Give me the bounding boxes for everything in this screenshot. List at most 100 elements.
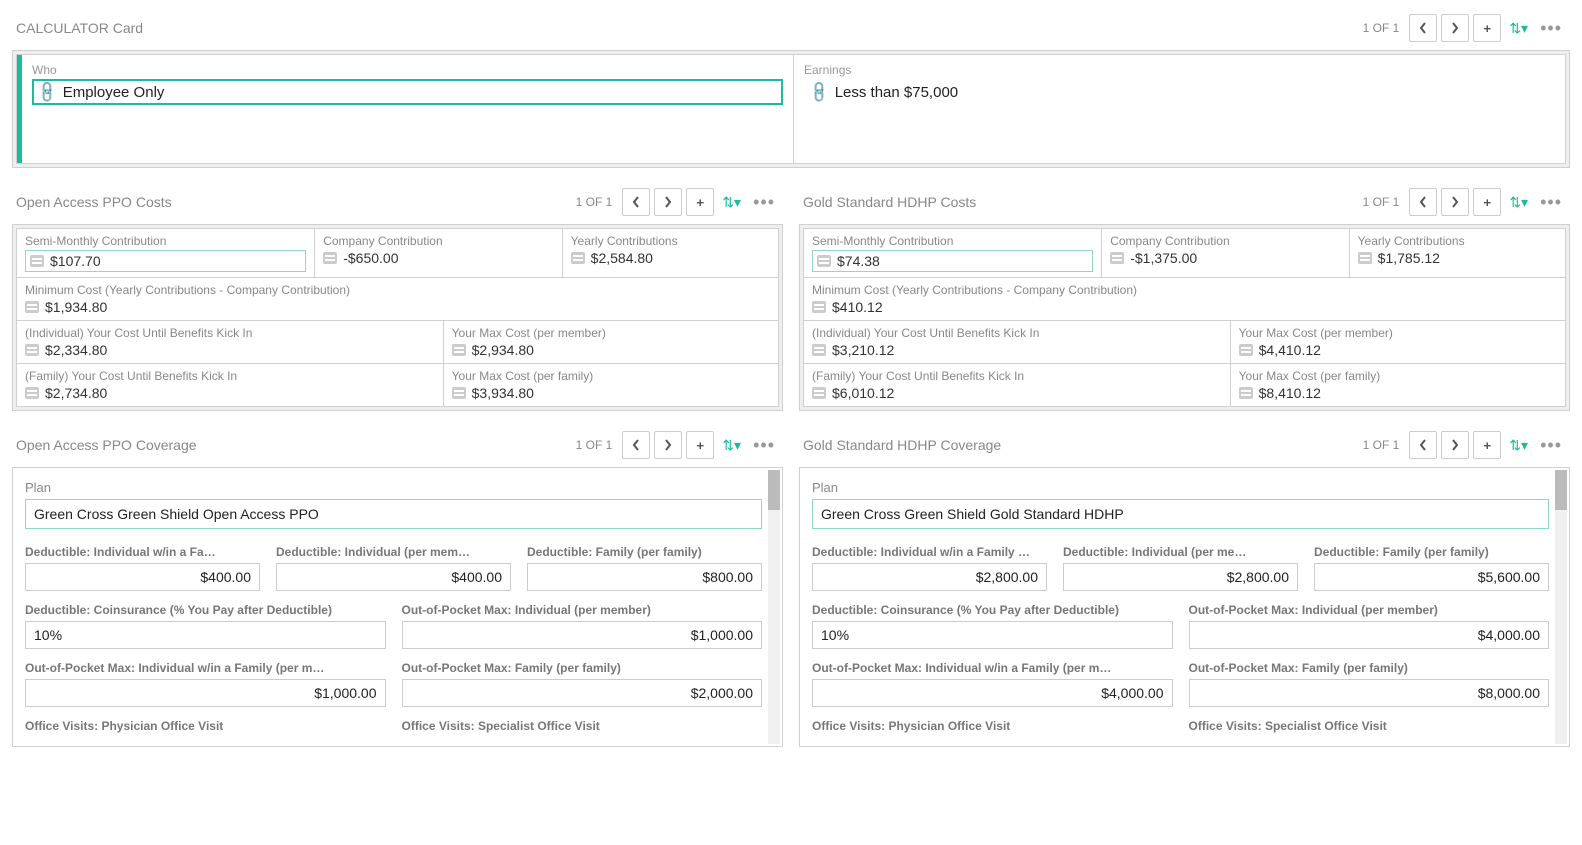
field-label: Out-of-Pocket Max: Individual (per membe… bbox=[402, 603, 763, 617]
hdhp-max-member-cell[interactable]: Your Max Cost (per member) $4,410.12 bbox=[1230, 321, 1565, 364]
earnings-value: Less than $75,000 bbox=[835, 84, 958, 101]
ded-ind-mem-input[interactable] bbox=[276, 563, 511, 591]
ded-fam-input[interactable] bbox=[1314, 563, 1549, 591]
scrollbar-thumb[interactable] bbox=[768, 470, 780, 510]
ded-ind-fam-input[interactable] bbox=[812, 563, 1047, 591]
field-label: Semi-Monthly Contribution bbox=[25, 234, 306, 248]
field-value: -$650.00 bbox=[343, 250, 398, 266]
filter-icon[interactable]: ⇅▾ bbox=[1509, 437, 1528, 454]
formula-icon bbox=[323, 252, 337, 264]
field-label: Company Contribution bbox=[323, 234, 553, 248]
filter-icon[interactable]: ⇅▾ bbox=[722, 194, 741, 211]
oop-ind-mem-input[interactable] bbox=[402, 621, 763, 649]
ppo-semi-cell[interactable]: Semi-Monthly Contribution $107.70 bbox=[17, 229, 315, 278]
next-button[interactable] bbox=[1441, 431, 1469, 459]
field-label: Deductible: Individual (per me… bbox=[1063, 545, 1298, 559]
oop-ind-fam-input[interactable] bbox=[25, 679, 386, 707]
plan-input[interactable] bbox=[812, 499, 1549, 529]
filter-icon[interactable]: ⇅▾ bbox=[1509, 20, 1528, 37]
more-icon[interactable]: ••• bbox=[1536, 18, 1566, 39]
next-button[interactable] bbox=[654, 431, 682, 459]
plan-label: Plan bbox=[812, 480, 1549, 495]
formula-icon bbox=[25, 387, 39, 399]
field-label: Deductible: Coinsurance (% You Pay after… bbox=[25, 603, 386, 617]
hdhp-ind-until-cell[interactable]: (Individual) Your Cost Until Benefits Ki… bbox=[804, 321, 1231, 364]
field-label: Office Visits: Physician Office Visit bbox=[812, 719, 1173, 733]
field-label: Deductible: Family (per family) bbox=[1314, 545, 1549, 559]
ppo-ind-until-cell[interactable]: (Individual) Your Cost Until Benefits Ki… bbox=[17, 321, 444, 364]
prev-button[interactable] bbox=[1409, 431, 1437, 459]
ppo-company-cell[interactable]: Company Contribution -$650.00 bbox=[315, 229, 562, 278]
field-value: $2,584.80 bbox=[591, 250, 653, 266]
more-icon[interactable]: ••• bbox=[1536, 435, 1566, 456]
oop-fam-input[interactable] bbox=[1189, 679, 1550, 707]
field-label: Out-of-Pocket Max: Family (per family) bbox=[1189, 661, 1550, 675]
who-field[interactable]: 🔗 Employee Only bbox=[32, 79, 783, 105]
hdhp-min-cell[interactable]: Minimum Cost (Yearly Contributions - Com… bbox=[804, 278, 1566, 321]
field-value: $2,334.80 bbox=[45, 342, 107, 358]
prev-button[interactable] bbox=[622, 188, 650, 216]
prev-button[interactable] bbox=[622, 431, 650, 459]
ppo-fam-until-cell[interactable]: (Family) Your Cost Until Benefits Kick I… bbox=[17, 364, 444, 407]
hdhp-max-family-cell[interactable]: Your Max Cost (per family) $8,410.12 bbox=[1230, 364, 1565, 407]
hdhp-coverage-page: 1 OF 1 bbox=[1363, 438, 1400, 452]
field-value: $8,410.12 bbox=[1259, 385, 1321, 401]
scrollbar[interactable] bbox=[1555, 470, 1567, 744]
next-button[interactable] bbox=[1441, 188, 1469, 216]
oop-fam-input[interactable] bbox=[402, 679, 763, 707]
coinsurance-input[interactable] bbox=[25, 621, 386, 649]
field-value: $1,934.80 bbox=[45, 299, 107, 315]
oop-ind-mem-input[interactable] bbox=[1189, 621, 1550, 649]
ppo-min-cell[interactable]: Minimum Cost (Yearly Contributions - Com… bbox=[17, 278, 779, 321]
more-icon[interactable]: ••• bbox=[749, 192, 779, 213]
scrollbar[interactable] bbox=[768, 470, 780, 744]
filter-icon[interactable]: ⇅▾ bbox=[1509, 194, 1528, 211]
hdhp-fam-until-cell[interactable]: (Family) Your Cost Until Benefits Kick I… bbox=[804, 364, 1231, 407]
formula-icon bbox=[817, 255, 831, 267]
scrollbar-thumb[interactable] bbox=[1555, 470, 1567, 510]
hdhp-semi-cell[interactable]: Semi-Monthly Contribution $74.38 bbox=[804, 229, 1102, 278]
field-value: $4,410.12 bbox=[1259, 342, 1321, 358]
prev-button[interactable] bbox=[1409, 188, 1437, 216]
link-icon: 🔗 bbox=[34, 79, 60, 105]
field-label: Your Max Cost (per member) bbox=[452, 326, 770, 340]
ded-ind-fam-input[interactable] bbox=[25, 563, 260, 591]
add-button[interactable]: + bbox=[686, 188, 714, 216]
ppo-max-member-cell[interactable]: Your Max Cost (per member) $2,934.80 bbox=[443, 321, 778, 364]
earnings-field[interactable]: 🔗 Less than $75,000 bbox=[804, 79, 1555, 105]
next-button[interactable] bbox=[654, 188, 682, 216]
plan-input[interactable] bbox=[25, 499, 762, 529]
next-button[interactable] bbox=[1441, 14, 1469, 42]
ppo-yearly-cell[interactable]: Yearly Contributions $2,584.80 bbox=[562, 229, 778, 278]
ppo-coverage-title: Open Access PPO Coverage bbox=[16, 437, 197, 453]
add-button[interactable]: + bbox=[686, 431, 714, 459]
more-icon[interactable]: ••• bbox=[749, 435, 779, 456]
field-value: $6,010.12 bbox=[832, 385, 894, 401]
field-label: Out-of-Pocket Max: Individual w/in a Fam… bbox=[812, 661, 1173, 675]
field-label: Office Visits: Specialist Office Visit bbox=[1189, 719, 1550, 733]
field-label: Out-of-Pocket Max: Family (per family) bbox=[402, 661, 763, 675]
field-label: Deductible: Individual (per mem… bbox=[276, 545, 511, 559]
field-label: (Individual) Your Cost Until Benefits Ki… bbox=[812, 326, 1222, 340]
coinsurance-input[interactable] bbox=[812, 621, 1173, 649]
prev-button[interactable] bbox=[1409, 14, 1437, 42]
add-button[interactable]: + bbox=[1473, 188, 1501, 216]
formula-icon bbox=[571, 252, 585, 264]
formula-icon bbox=[812, 387, 826, 399]
more-icon[interactable]: ••• bbox=[1536, 192, 1566, 213]
filter-icon[interactable]: ⇅▾ bbox=[722, 437, 741, 454]
field-value: $3,934.80 bbox=[472, 385, 534, 401]
field-value: $1,785.12 bbox=[1378, 250, 1440, 266]
field-label: Deductible: Individual w/in a Family … bbox=[812, 545, 1047, 559]
hdhp-costs-page: 1 OF 1 bbox=[1363, 195, 1400, 209]
plan-label: Plan bbox=[25, 480, 762, 495]
add-button[interactable]: + bbox=[1473, 14, 1501, 42]
ppo-max-family-cell[interactable]: Your Max Cost (per family) $3,934.80 bbox=[443, 364, 778, 407]
hdhp-yearly-cell[interactable]: Yearly Contributions $1,785.12 bbox=[1349, 229, 1565, 278]
ded-fam-input[interactable] bbox=[527, 563, 762, 591]
oop-ind-fam-input[interactable] bbox=[812, 679, 1173, 707]
hdhp-costs-title: Gold Standard HDHP Costs bbox=[803, 194, 976, 210]
add-button[interactable]: + bbox=[1473, 431, 1501, 459]
ded-ind-mem-input[interactable] bbox=[1063, 563, 1298, 591]
hdhp-company-cell[interactable]: Company Contribution -$1,375.00 bbox=[1102, 229, 1349, 278]
